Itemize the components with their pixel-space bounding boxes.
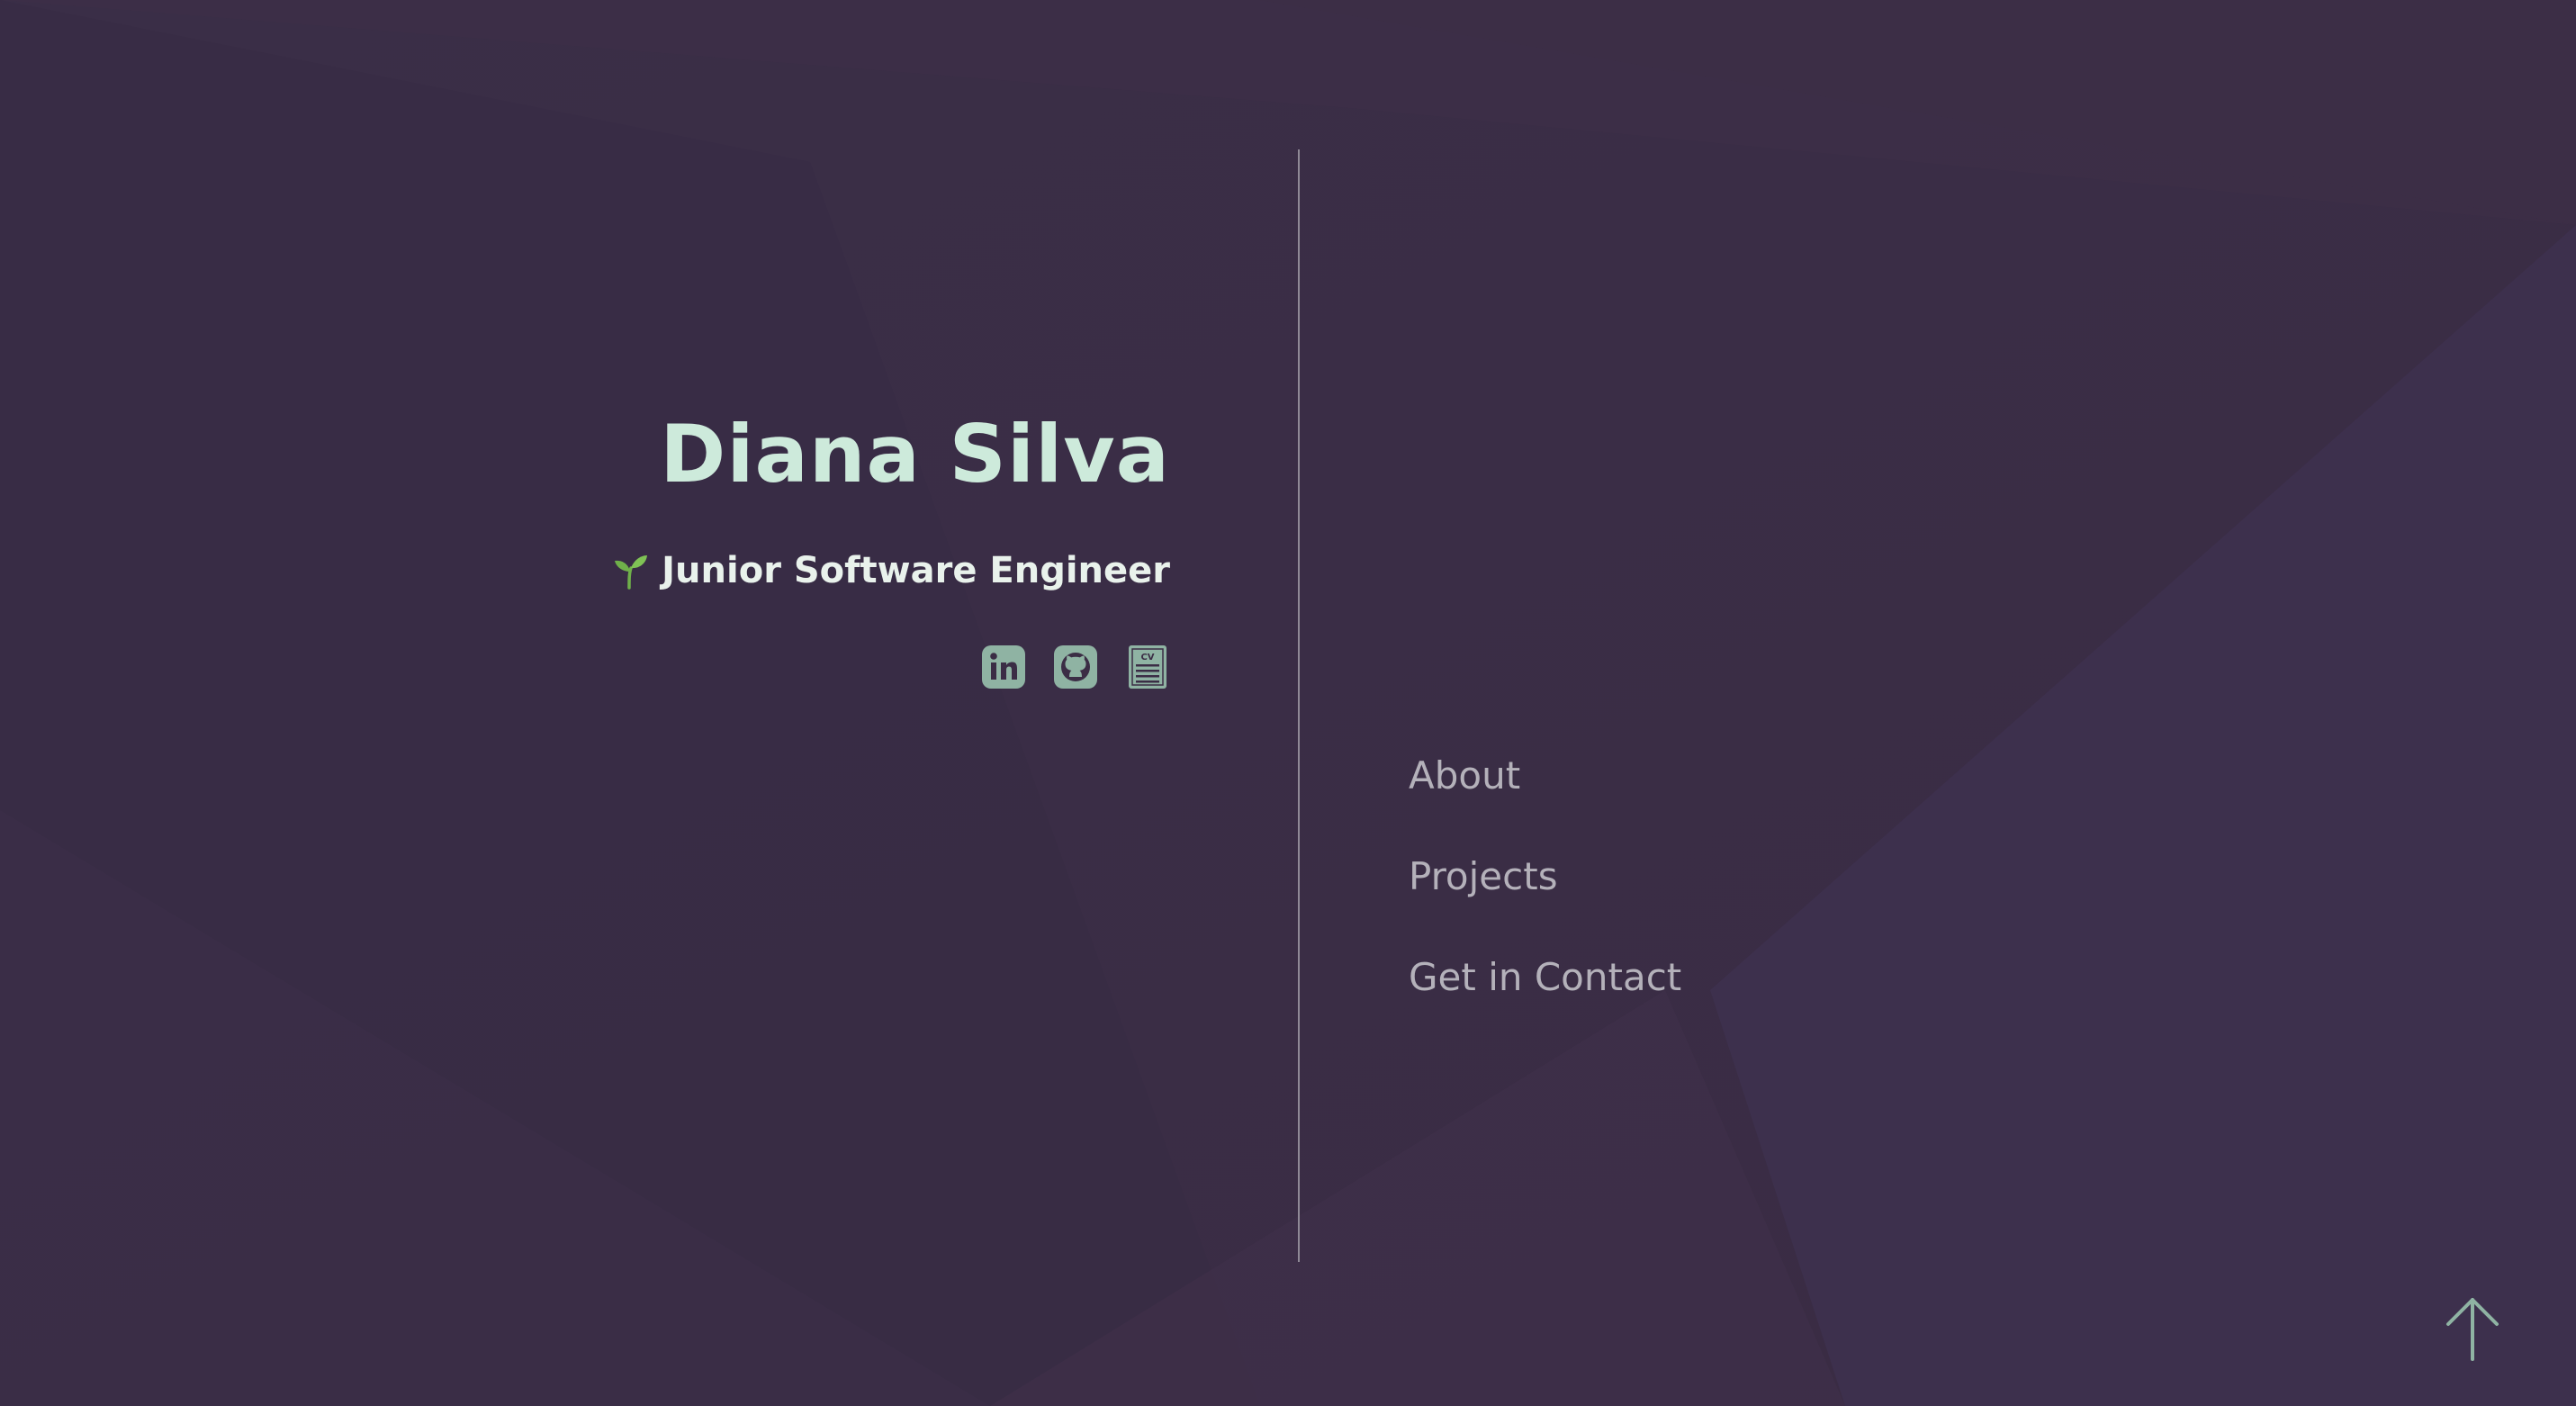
nav-contact[interactable]: Get in Contact [1409,954,1681,1055]
linkedin-icon [982,645,1025,689]
nav-about[interactable]: About [1409,753,1681,853]
profile-name: Diana Silva [660,408,1170,500]
sprout-icon [615,555,648,590]
nav-projects[interactable]: Projects [1409,853,1681,954]
role-text: Junior Software Engineer [662,550,1170,591]
profile-role: Junior Software Engineer [611,549,1170,592]
cv-icon: CV [1129,645,1166,689]
intro-panel: Diana Silva Junior Software Engineer CV [0,0,1170,1406]
github-icon [1054,645,1097,689]
main-nav: About Projects Get in Contact [1409,753,1681,1055]
social-links: CV [981,644,1170,689]
arrow-up-icon [2446,1298,2499,1361]
linkedin-link[interactable] [981,644,1026,689]
cv-link[interactable]: CV [1125,644,1170,689]
vertical-divider [1298,149,1300,1262]
github-link[interactable] [1053,644,1098,689]
svg-text:CV: CV [1140,653,1154,662]
back-to-top-button[interactable] [2441,1294,2504,1363]
